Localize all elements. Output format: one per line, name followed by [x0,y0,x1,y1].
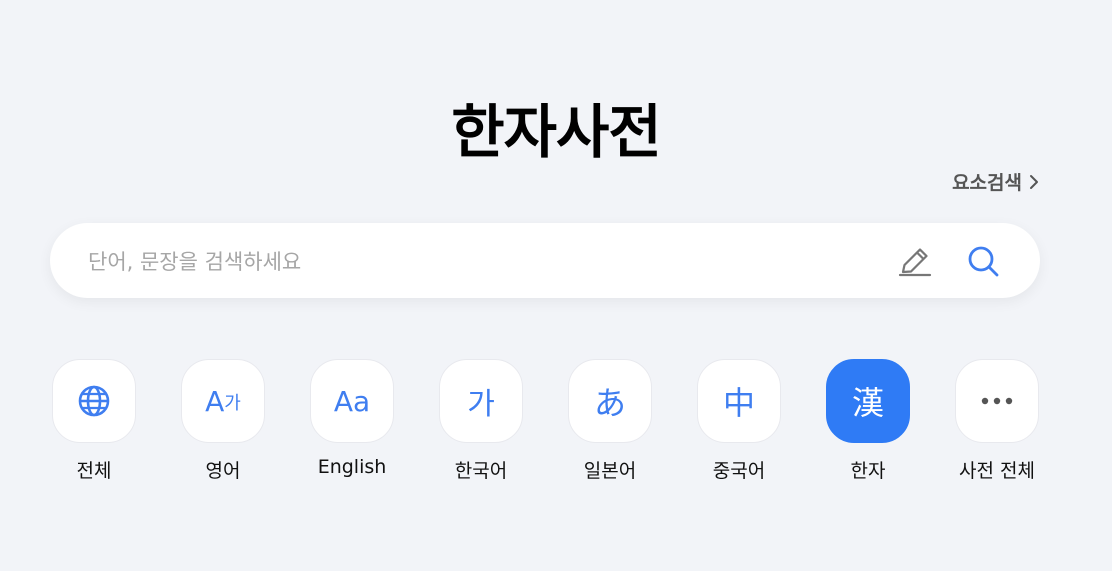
hanja-icon: 漢 [851,384,884,422]
category-tile: 中 [697,359,781,443]
search-input[interactable] [86,223,870,300]
handwriting-button[interactable] [896,242,934,280]
english-korean-icon: A가 [205,384,241,418]
search-box [50,223,1040,300]
category-tile: あ [568,359,652,443]
element-search-label: 요소검색 [952,172,1022,194]
more-icon [981,397,1013,405]
category-korean[interactable]: 가 한국어 [438,359,524,483]
category-all-dictionaries[interactable]: 사전 전체 [954,359,1040,483]
chevron-right-icon [1030,174,1038,189]
category-label: 전체 [76,460,112,482]
category-label: 일본어 [583,460,637,482]
category-label: 영어 [205,460,241,482]
page-title: 한자사전 [451,98,661,166]
korean-icon: 가 [467,387,495,422]
category-label: 중국어 [712,460,766,482]
category-english[interactable]: Aa English [309,359,395,478]
category-label: 한자 [850,460,886,482]
category-english-korean[interactable]: A가 영어 [180,359,266,483]
search-button[interactable] [964,242,1002,280]
category-japanese[interactable]: あ 일본어 [567,359,653,483]
category-label: 한국어 [454,460,508,482]
category-tile [52,359,136,443]
category-hanja[interactable]: 漢 한자 [825,359,911,483]
category-all[interactable]: 전체 [51,359,137,483]
globe-icon [78,385,110,417]
category-tile: A가 [181,359,265,443]
search-icon [968,246,999,277]
chinese-icon: 中 [722,384,755,422]
category-tile [955,359,1039,443]
japanese-icon: あ [593,384,626,422]
english-icon: Aa [333,384,371,418]
category-tile: 漢 [826,359,910,443]
category-label: 사전 전체 [959,460,1035,482]
category-tile: Aa [310,359,394,443]
pencil-icon [898,248,932,277]
category-tile: 가 [439,359,523,443]
category-list: 전체 A가 영어 Aa English 가 한국어 あ 일본어 中 중국어 漢 … [51,359,1041,489]
element-search-link[interactable]: 요소검색 [952,168,1042,195]
category-chinese[interactable]: 中 중국어 [696,359,782,483]
category-label: English [317,456,387,478]
